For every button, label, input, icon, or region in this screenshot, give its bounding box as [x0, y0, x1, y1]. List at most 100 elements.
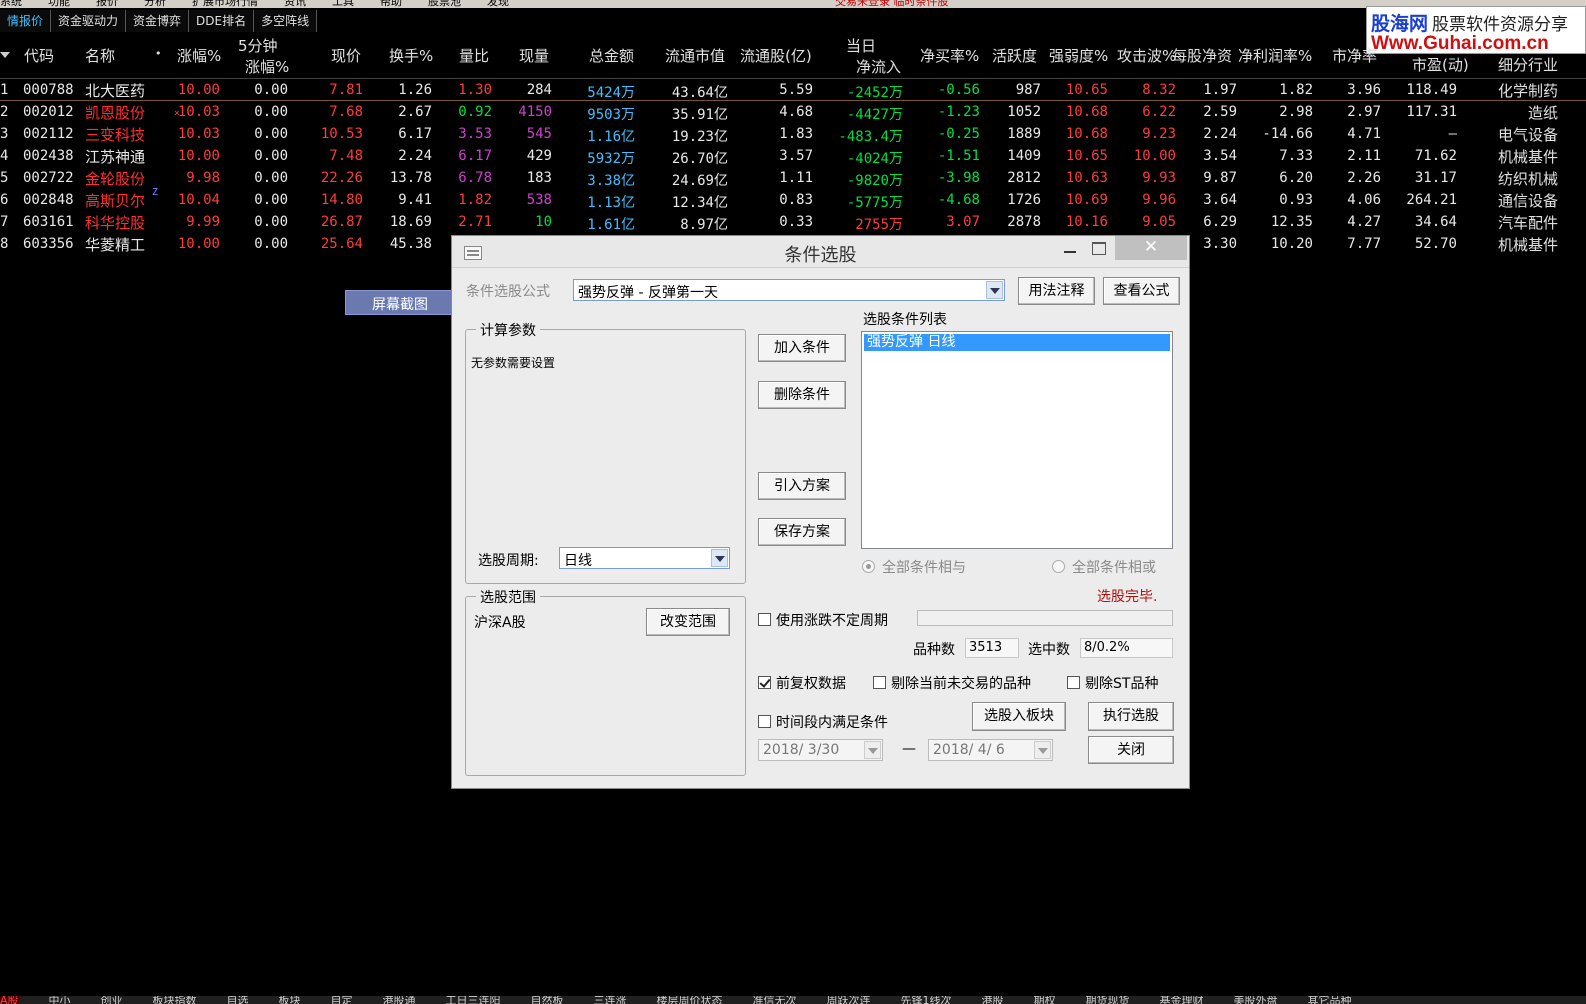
adjust-checkbox[interactable]	[758, 676, 771, 689]
all-or-radio[interactable]	[1052, 560, 1065, 573]
menu-item[interactable]: 资讯	[284, 0, 306, 8]
chevron-down-icon[interactable]	[986, 281, 1003, 299]
bottom-tab[interactable]: 自然板	[531, 996, 564, 1004]
minimize-icon[interactable]	[1056, 236, 1082, 260]
chevron-down-icon[interactable]	[711, 549, 728, 567]
period-select[interactable]: 日线	[559, 547, 730, 569]
bottom-tab[interactable]: 中小	[49, 996, 71, 1004]
col-margin[interactable]: 净利润率%	[1238, 45, 1312, 66]
col-amount[interactable]: 总金额	[589, 45, 634, 66]
col-pe[interactable]: 市盈(动)	[1412, 54, 1469, 75]
date-from-picker[interactable]: 2018/ 3/30	[758, 739, 883, 761]
sort-arrow-icon[interactable]	[0, 52, 10, 58]
col-float[interactable]: 流通股(亿)	[740, 45, 812, 66]
col-chg[interactable]: 涨幅%	[177, 45, 221, 66]
exclude-st-checkbox[interactable]	[1067, 676, 1080, 689]
cell-price: 7.68	[329, 104, 363, 120]
menu-item[interactable]: 报价	[96, 0, 118, 8]
conditions-listbox[interactable]: 强势反弹 日线	[861, 331, 1173, 549]
table-row[interactable]: 5 002722 9.98 0.00 22.26 13.78 6.78 183 3.38亿 24.…	[0, 167, 1586, 189]
tab-4[interactable]: 多空阵线	[254, 10, 318, 32]
tab-3[interactable]: DDE排名	[189, 10, 255, 32]
col-pb[interactable]: 市净率	[1332, 45, 1377, 66]
col-industry[interactable]: 细分行业	[1498, 54, 1558, 75]
bottom-tab[interactable]: 期权	[1034, 996, 1056, 1004]
col-code[interactable]: 代码	[24, 45, 54, 66]
table-row[interactable]: 4 002438 10.00 0.00 7.48 2.24 6.17 429 5932万 26.7…	[0, 145, 1586, 167]
bottom-tab[interactable]: 先锋1线次	[901, 996, 952, 1004]
menu-item[interactable]: 帮助	[380, 0, 402, 8]
exclude-untraded-checkbox[interactable]	[873, 676, 886, 689]
col-mktcap[interactable]: 流通市值	[665, 45, 725, 66]
col-strength[interactable]: 强弱度%	[1049, 45, 1108, 66]
chevron-down-icon[interactable]	[864, 741, 881, 759]
close-button[interactable]: 关闭	[1088, 736, 1174, 764]
menu-item[interactable]: 扩展市场行情	[192, 0, 258, 8]
menu-item[interactable]: 发现	[487, 0, 509, 8]
menu-item[interactable]: 工具	[332, 0, 354, 8]
tab-1[interactable]: 资金驱动力	[51, 10, 127, 32]
menu-item[interactable]: 系统	[0, 0, 22, 8]
cell-amount: 1.13亿	[587, 195, 635, 211]
col-chg5-line1[interactable]: 5分钟	[238, 35, 278, 56]
col-name[interactable]: 名称	[85, 45, 115, 66]
import-scheme-button[interactable]: 引入方案	[758, 472, 846, 500]
chevron-down-icon[interactable]	[1034, 741, 1051, 759]
bottom-tab[interactable]: 美股外盘	[1234, 996, 1278, 1004]
col-volume[interactable]: 现量	[519, 45, 549, 66]
all-and-radio[interactable]	[862, 560, 875, 573]
menu-item[interactable]: 分析	[144, 0, 166, 8]
list-item[interactable]: 强势反弹 日线	[864, 334, 1170, 351]
bottom-tab[interactable]: 周跃次连	[827, 996, 871, 1004]
save-scheme-button[interactable]: 保存方案	[758, 518, 846, 546]
col-netin-line2[interactable]: 净流入	[856, 56, 901, 77]
table-row[interactable]: 6 002848 10.04 0.00 14.80 9.41 1.82 538 1.13亿 12.…	[0, 187, 1586, 211]
bottom-tab[interactable]: 期货现货	[1086, 996, 1130, 1004]
tab-0[interactable]: 情报价	[0, 10, 52, 32]
bottom-tab[interactable]: 楼层周价状态	[657, 996, 723, 1004]
add-condition-button[interactable]: 加入条件	[758, 334, 846, 362]
maximize-icon[interactable]	[1084, 236, 1112, 260]
change-range-button[interactable]: 改变范围	[646, 608, 730, 636]
table-row[interactable]: 2 002012 10.03 0.00 7.68 2.67 0.92 4150 9503万 35.…	[0, 101, 1586, 123]
col-navps[interactable]: 每股净资	[1172, 45, 1232, 66]
col-attack[interactable]: 攻击波%	[1117, 45, 1176, 66]
menu-item[interactable]: 功能	[48, 0, 70, 8]
bottom-tab[interactable]: 基金理财	[1160, 996, 1204, 1004]
uncertain-period-checkbox[interactable]	[758, 613, 771, 626]
delete-condition-button[interactable]: 删除条件	[758, 381, 846, 409]
col-chg5-line2[interactable]: 涨幅%	[245, 56, 289, 77]
timespan-checkbox[interactable]	[758, 715, 771, 728]
bottom-tab[interactable]: 其它品种	[1308, 996, 1352, 1004]
bottom-tab[interactable]: 港股通	[383, 996, 416, 1004]
menu-item[interactable]: 股票池	[428, 0, 461, 8]
tab-2[interactable]: 资金博弈	[126, 10, 190, 32]
col-netin-line1[interactable]: 当日	[846, 35, 876, 56]
bottom-tab[interactable]: A股	[0, 996, 19, 1004]
dialog-titlebar[interactable]: 条件选股 ✕	[452, 236, 1189, 268]
col-netbuy[interactable]: 净买率%	[920, 45, 979, 66]
execute-button[interactable]: 执行选股	[1088, 702, 1174, 731]
bottom-tab[interactable]: 准信无次	[753, 996, 797, 1004]
bottom-tab[interactable]: 板块	[279, 996, 301, 1004]
col-activity[interactable]: 活跃度	[992, 45, 1037, 66]
view-formula-button[interactable]: 查看公式	[1103, 277, 1180, 305]
table-row[interactable]: 1 000788 10.00 0.00 7.81 1.26 1.30 284 5424万 43.6…	[0, 79, 1586, 101]
bottom-tab[interactable]: 板块指数	[153, 996, 197, 1004]
to-block-button[interactable]: 选股入板块	[972, 702, 1066, 731]
date-to-picker[interactable]: 2018/ 4/ 6	[928, 739, 1053, 761]
bottom-tab[interactable]: 三连涨	[594, 996, 627, 1004]
bottom-tab[interactable]: 创业	[101, 996, 123, 1004]
bottom-tab[interactable]: 自定	[331, 996, 353, 1004]
close-icon[interactable]: ✕	[1115, 236, 1187, 260]
bottom-tab[interactable]: 港股	[982, 996, 1004, 1004]
bottom-tab[interactable]: 自选	[227, 996, 249, 1004]
table-row[interactable]: 3 002112 10.03 0.00 10.53 6.17 3.53 545 1.16亿 19.…	[0, 123, 1586, 145]
usage-notes-button[interactable]: 用法注释	[1018, 277, 1095, 305]
table-row[interactable]: 7 603161 9.99 0.00 26.87 18.69 2.71 10 1.61亿 8.97…	[0, 211, 1586, 233]
col-turnover[interactable]: 换手%	[389, 45, 433, 66]
formula-select[interactable]: 强势反弹 - 反弹第一天	[573, 279, 1005, 301]
bottom-tab[interactable]: 工日三连阳	[446, 996, 501, 1004]
col-price[interactable]: 现价	[331, 45, 361, 66]
col-volume-ratio[interactable]: 量比	[459, 45, 489, 66]
